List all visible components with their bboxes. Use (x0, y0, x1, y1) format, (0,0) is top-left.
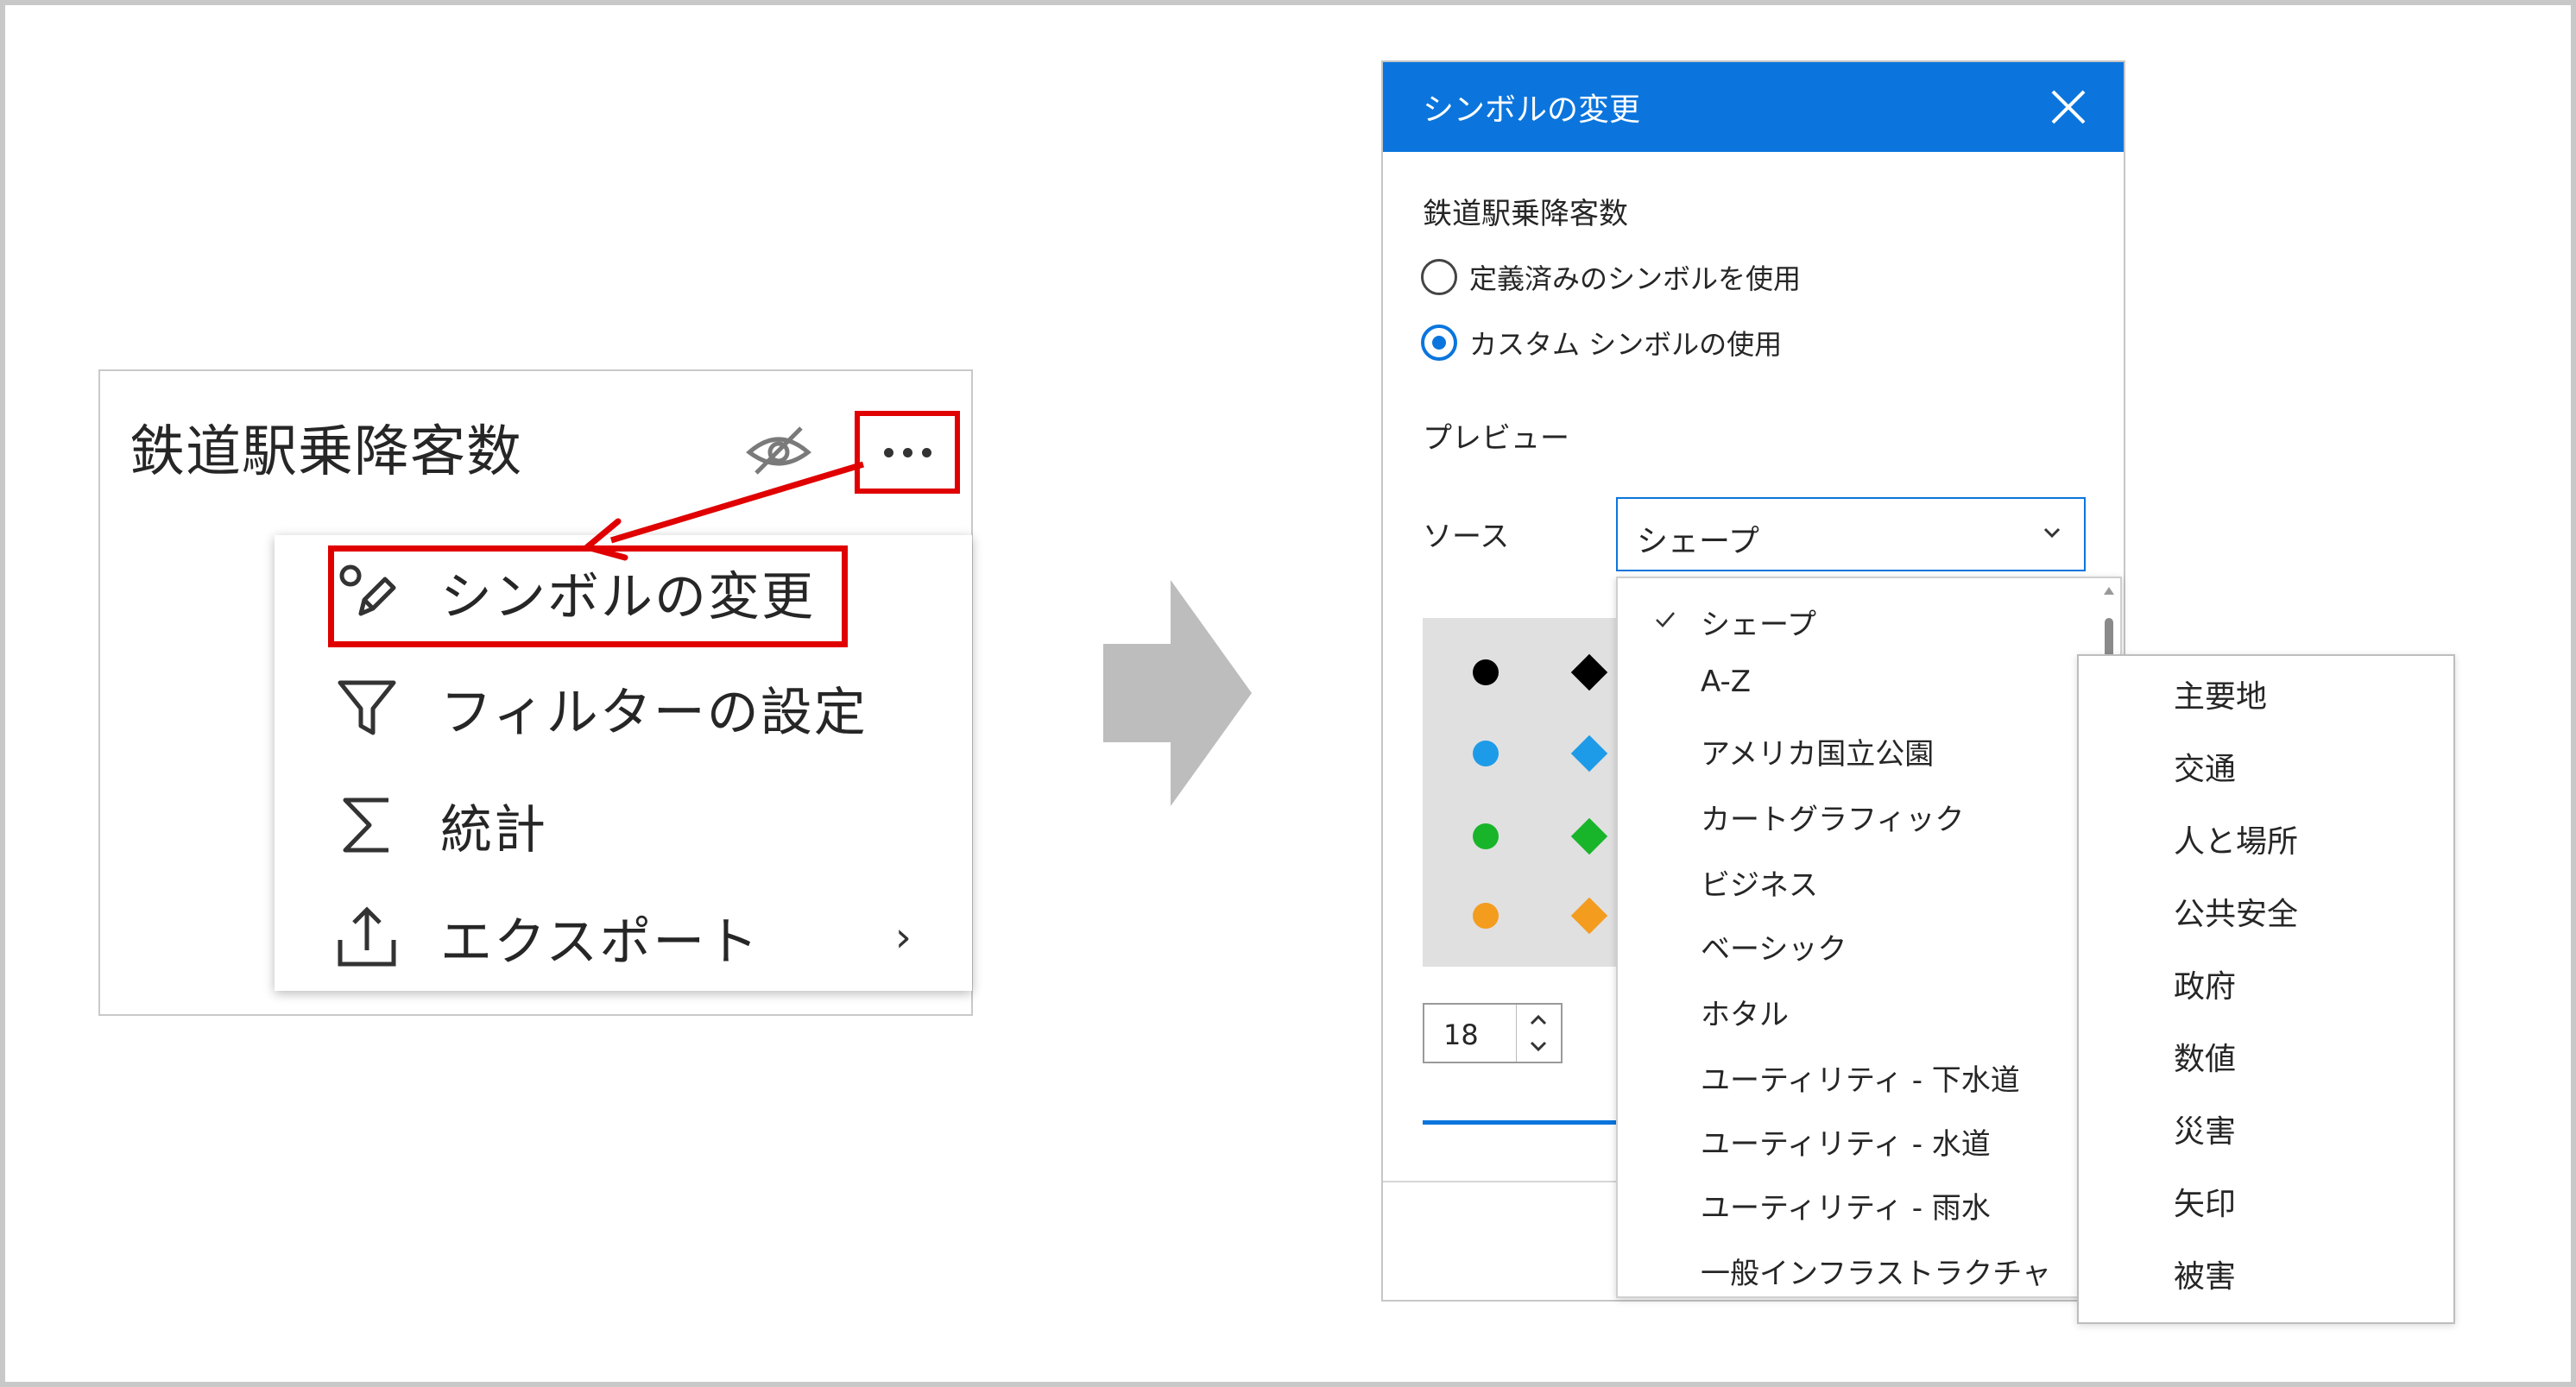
source-option[interactable]: 一般インフラストラクチャ (1618, 1236, 2101, 1300)
menu-item-statistics[interactable]: 統計 (275, 773, 972, 877)
category-option[interactable]: 災害 (2174, 1106, 2236, 1151)
menu-item-filter[interactable]: フィルターの設定 (275, 656, 972, 760)
symbol-preview-grid (1423, 618, 1638, 967)
radio-label: 定義済みのシンボルを使用 (1469, 262, 1802, 295)
source-selected-value: シェープ (1637, 524, 1759, 559)
radio-button-selected[interactable] (1421, 325, 1457, 361)
preview-label: プレビュー (1423, 421, 1569, 456)
symbol-size-stepper[interactable]: 18 (1423, 1003, 1563, 1063)
radio-custom-symbol[interactable]: カスタム シンボルの使用 (1421, 321, 1782, 364)
menu-item-export[interactable]: エクスポート › (275, 886, 972, 989)
sigma-icon (343, 798, 388, 853)
option-label: ホタル (1701, 998, 1789, 1032)
circle-icon[interactable] (1473, 659, 1499, 685)
category-option[interactable]: 交通 (2174, 744, 2236, 789)
option-label: カートグラフィック (1701, 803, 1965, 837)
size-spin-buttons (1516, 1005, 1561, 1062)
source-option[interactable]: ビジネス (1618, 848, 2101, 911)
option-label: ユーティリティ - 水道 (1701, 1127, 1991, 1162)
option-label: ビジネス (1701, 868, 1818, 903)
export-icon (338, 906, 396, 967)
source-option[interactable]: カートグラフィック (1618, 782, 2101, 846)
source-option-shape[interactable]: シェープ (1618, 587, 2101, 651)
layer-title: 鉄道駅乗降客数 (129, 420, 522, 484)
category-option[interactable]: 数値 (2174, 1034, 2236, 1079)
radio-predefined-symbol[interactable]: 定義済みのシンボルを使用 (1421, 255, 1801, 299)
source-option[interactable]: アメリカ国立公園 (1618, 716, 2101, 780)
chevron-right-icon: › (894, 913, 912, 961)
scroll-up-icon[interactable] (2104, 587, 2114, 595)
dialog-title: シンボルの変更 (1423, 92, 1641, 128)
option-label: 一般インフラストラクチャ (1701, 1257, 2051, 1291)
source-select[interactable]: シェープ (1616, 497, 2086, 571)
more-dot-icon (902, 447, 912, 457)
option-label: ユーティリティ - 雨水 (1701, 1191, 1991, 1226)
diamond-icon[interactable] (1570, 817, 1608, 855)
visibility-hidden-icon[interactable] (744, 423, 813, 478)
radio-button[interactable] (1421, 259, 1457, 295)
diamond-icon[interactable] (1570, 734, 1608, 772)
chevron-up-icon[interactable] (1528, 1012, 1549, 1029)
option-label: ベーシック (1701, 932, 1847, 967)
source-option[interactable]: ユーティリティ - 雨水 (1618, 1170, 2101, 1234)
circle-icon[interactable] (1473, 903, 1499, 929)
source-option[interactable]: ベーシック (1618, 911, 2101, 975)
category-option[interactable]: 矢印 (2174, 1179, 2236, 1224)
dialog-layer-name: 鉄道駅乗降客数 (1423, 197, 1628, 231)
category-option[interactable]: 被害 (2174, 1251, 2236, 1296)
source-option[interactable]: ユーティリティ - 水道 (1618, 1106, 2101, 1170)
option-label: A-Z (1701, 665, 1752, 699)
category-submenu: 主要地 交通 人と場所 公共安全 政府 数値 災害 矢印 被害 (2077, 654, 2455, 1324)
circle-icon[interactable] (1473, 823, 1499, 849)
chevron-down-icon (2043, 527, 2061, 539)
close-icon[interactable] (2049, 88, 2087, 126)
dialog-header: シンボルの変更 (1383, 62, 2124, 152)
tab-underline (1423, 1120, 1638, 1125)
radio-label: カスタム シンボルの使用 (1469, 328, 1783, 361)
category-option[interactable]: 主要地 (2174, 671, 2267, 716)
source-option[interactable]: A-Z (1618, 651, 2101, 715)
source-dropdown-list: シェープ A-Z アメリカ国立公園 カートグラフィック ビジネス ベーシック ホ… (1616, 577, 2122, 1298)
source-option[interactable]: ホタル (1618, 977, 2101, 1041)
source-option[interactable]: ユーティリティ - 下水道 (1618, 1043, 2101, 1106)
more-dot-icon (921, 447, 931, 457)
source-label: ソース (1423, 520, 1510, 554)
category-option[interactable]: 公共安全 (2174, 889, 2298, 934)
category-option[interactable]: 政府 (2174, 961, 2236, 1006)
filter-icon (338, 680, 396, 735)
diamond-icon[interactable] (1570, 653, 1608, 691)
menu-item-label: フィルターの設定 (440, 682, 868, 743)
diamond-icon[interactable] (1570, 897, 1608, 935)
option-label: シェープ (1701, 608, 1816, 642)
category-option[interactable]: 人と場所 (2174, 816, 2298, 861)
more-options-button[interactable] (855, 411, 960, 494)
option-label: ユーティリティ - 下水道 (1701, 1063, 2020, 1098)
option-label: アメリカ国立公園 (1701, 737, 1935, 772)
flow-arrow-icon (1103, 580, 1252, 806)
circle-icon[interactable] (1473, 741, 1499, 766)
chevron-down-icon[interactable] (1528, 1037, 1549, 1055)
symbol-size-value: 18 (1443, 1018, 1479, 1051)
menu-item-label: 統計 (440, 799, 547, 861)
more-dot-icon (883, 447, 893, 457)
menu-item-label: エクスポート (440, 911, 761, 973)
highlight-box (328, 545, 848, 647)
check-icon (1656, 612, 1675, 627)
